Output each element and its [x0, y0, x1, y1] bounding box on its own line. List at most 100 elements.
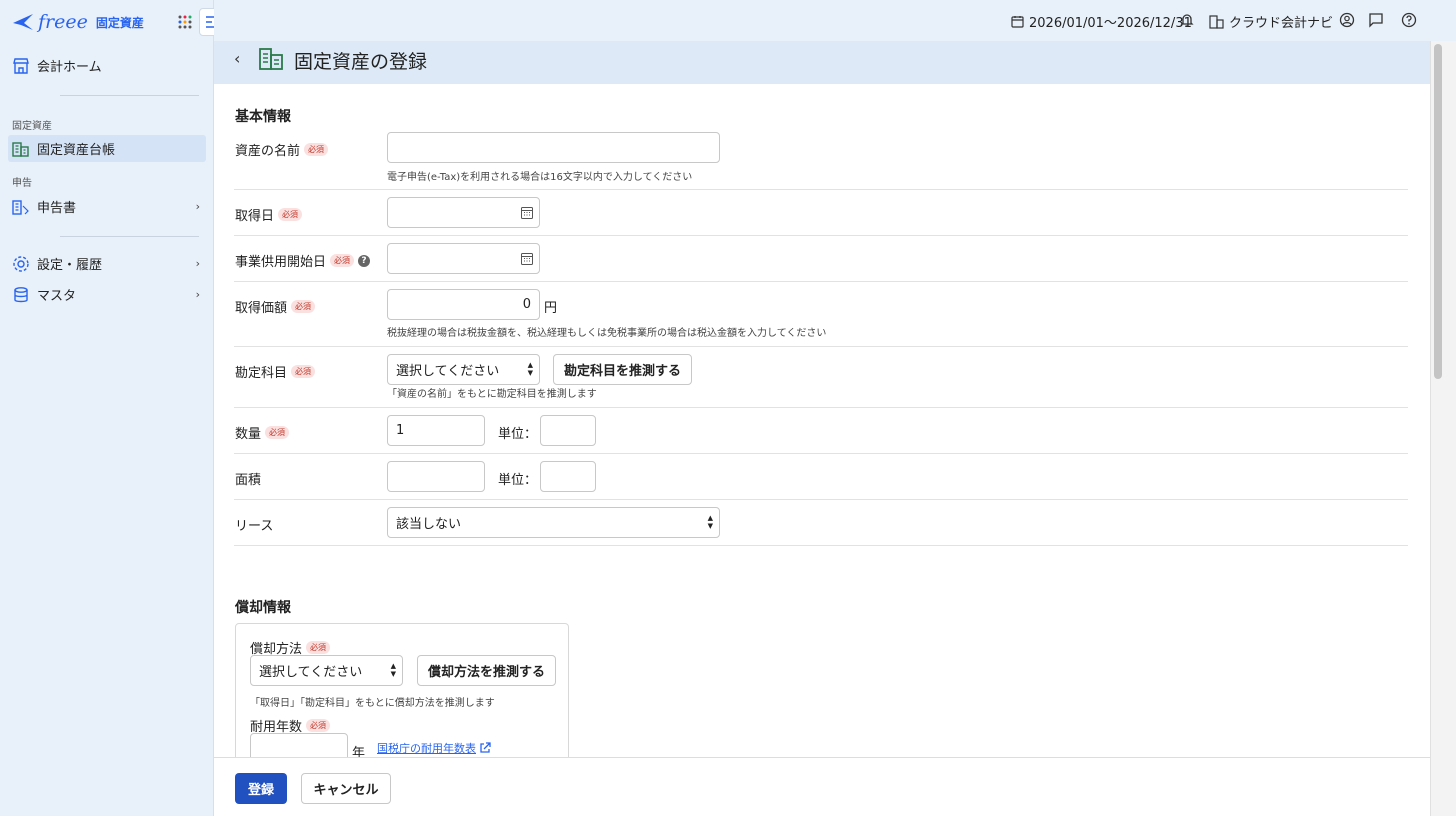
label-text: 面積	[235, 473, 262, 488]
top-bar: 2026/01/01〜2026/12/31 クラウド会計ナビ	[214, 0, 1456, 41]
vertical-scrollbar[interactable]	[1430, 41, 1456, 816]
sidebar-item-label: マスタ	[37, 289, 77, 304]
database-icon	[12, 286, 30, 304]
asset-name-label: 資産の名前 必須	[235, 140, 329, 159]
years-input[interactable]	[250, 733, 348, 757]
account-guess-button[interactable]: 勘定科目を推測する	[553, 354, 692, 385]
required-badge: 必須	[330, 254, 355, 267]
sidebar-divider	[60, 236, 199, 237]
label-text: リース	[235, 519, 274, 534]
acquire-date-label: 取得日 必須	[235, 205, 303, 224]
divider	[234, 453, 1408, 454]
required-badge: 必須	[306, 719, 331, 732]
help-icon[interactable]: ?	[358, 254, 371, 267]
sidebar-section-assets: 固定資産	[12, 121, 52, 132]
message-icon[interactable]	[1368, 12, 1384, 28]
period-selector[interactable]: 2026/01/01〜2026/12/31	[1011, 12, 1192, 31]
submit-button[interactable]: 登録	[235, 773, 287, 804]
area-unit-input[interactable]	[540, 461, 596, 492]
label-text: 取得価額	[235, 301, 288, 316]
divider	[234, 407, 1408, 408]
quantity-label: 数量 必須	[235, 423, 290, 442]
chevron-right-icon: ›	[195, 288, 200, 301]
asset-name-hint: 電子申告(e-Tax)を利用される場合は16文字以内で入力してください	[387, 172, 693, 183]
sidebar-divider	[60, 95, 199, 96]
sidebar-item-master[interactable]: マスタ ›	[8, 281, 206, 308]
required-badge: 必須	[265, 426, 290, 439]
business-start-input[interactable]	[387, 243, 540, 274]
back-chevron-icon[interactable]: ‹	[234, 49, 240, 68]
cloud-navi-label: クラウド会計ナビ	[1229, 16, 1334, 31]
scrollbar-thumb[interactable]	[1434, 44, 1442, 379]
years-table-link[interactable]: 国税庁の耐用年数表	[377, 740, 491, 756]
price-label: 取得価額 必須	[235, 297, 316, 316]
method-guess-button[interactable]: 償却方法を推測する	[417, 655, 556, 686]
building-doc-icon	[12, 198, 30, 216]
quantity-input[interactable]: 1	[387, 415, 485, 446]
quantity-unit-label: 単位：	[498, 427, 538, 442]
calendar-icon[interactable]	[521, 252, 533, 265]
freee-logo[interactable]: freee 固定資産	[12, 10, 144, 34]
label-text: 数量	[235, 427, 262, 442]
main-form: 基本情報 資産の名前 必須 電子申告(e-Tax)を利用される場合は16文字以内…	[214, 84, 1430, 757]
area-unit-label: 単位：	[498, 473, 538, 488]
lease-label: リース	[235, 515, 273, 534]
sidebar-item-settings[interactable]: 設定・履歴 ›	[8, 250, 206, 277]
user-icon[interactable]	[1339, 12, 1355, 28]
building-icon	[12, 140, 30, 158]
depreciation-card: 償却方法 必須 選択してください ▲ ▼ 償却方法を推測する 「取得日」「勘定科目…	[235, 623, 569, 757]
asset-name-input[interactable]	[387, 132, 720, 163]
area-input[interactable]	[387, 461, 485, 492]
link-text: 国税庁の耐用年数表	[377, 742, 476, 755]
years-unit: 年	[352, 746, 366, 757]
lease-select[interactable]: 該当しない ▲ ▼	[387, 507, 720, 538]
building-icon	[258, 47, 284, 71]
sidebar-item-filing[interactable]: 申告書 ›	[8, 193, 206, 220]
period-text: 2026/01/01〜2026/12/31	[1029, 16, 1192, 31]
help-icon[interactable]	[1401, 12, 1417, 28]
sidebar-item-label: 申告書	[37, 201, 77, 216]
store-icon	[12, 57, 30, 75]
bell-icon[interactable]	[1180, 12, 1196, 28]
product-name: 固定資産	[95, 15, 144, 30]
sidebar-item-ledger[interactable]: 固定資産台帳	[8, 135, 206, 162]
select-arrows-icon: ▲ ▼	[390, 662, 396, 678]
account-select[interactable]: 選択してください ▲ ▼	[387, 354, 540, 385]
label-text: 事業供用開始日	[235, 255, 327, 270]
divider	[234, 189, 1408, 190]
sidebar-item-home[interactable]: 会計ホーム	[8, 52, 206, 79]
divider	[234, 281, 1408, 282]
required-badge: 必須	[291, 300, 316, 313]
calendar-icon[interactable]	[521, 206, 533, 219]
building-icon	[1209, 14, 1224, 29]
acquire-date-input[interactable]	[387, 197, 540, 228]
quantity-unit-input[interactable]	[540, 415, 596, 446]
select-value: 選択してください	[259, 665, 363, 680]
cloud-navi-link[interactable]: クラウド会計ナビ	[1209, 12, 1333, 31]
required-badge: 必須	[304, 143, 329, 156]
price-input[interactable]: 0	[387, 289, 540, 320]
method-select[interactable]: 選択してください ▲ ▼	[250, 655, 403, 686]
brand-name: freee	[38, 11, 88, 33]
calendar-icon	[1011, 16, 1024, 28]
sidebar-item-label: 会計ホーム	[37, 60, 102, 75]
price-unit: 円	[544, 301, 558, 316]
external-link-icon	[480, 742, 491, 753]
page-header: ‹ 固定資産の登録	[214, 41, 1430, 84]
select-value: 該当しない	[396, 517, 462, 532]
divider	[234, 545, 1408, 546]
chevron-right-icon: ›	[195, 257, 200, 270]
cancel-button[interactable]: キャンセル	[301, 773, 391, 804]
select-arrows-icon: ▲ ▼	[527, 361, 533, 377]
divider	[234, 499, 1408, 500]
business-start-label: 事業供用開始日 必須 ?	[235, 251, 371, 270]
gear-icon	[12, 255, 30, 273]
chevron-right-icon: ›	[195, 200, 200, 213]
app-switcher-icon[interactable]	[177, 14, 193, 30]
required-badge: 必須	[291, 365, 316, 378]
sidebar-item-label: 固定資産台帳	[37, 143, 116, 158]
divider	[234, 235, 1408, 236]
sidebar-item-label: 設定・履歴	[37, 258, 103, 273]
label-text: 勘定科目	[235, 366, 288, 381]
required-badge: 必須	[278, 208, 303, 221]
